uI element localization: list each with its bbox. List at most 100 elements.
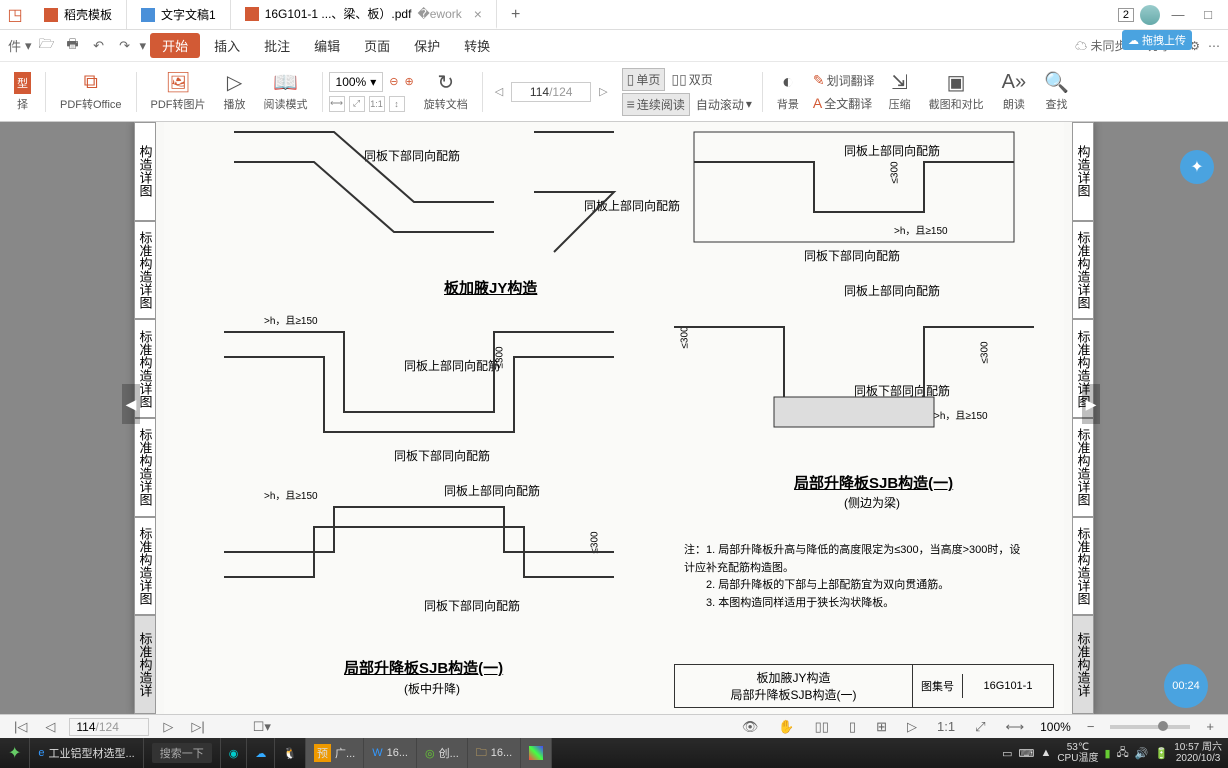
- status-page-input[interactable]: 114/124: [69, 718, 149, 736]
- last-page-button[interactable]: ▷|: [187, 719, 208, 735]
- tray-net-icon[interactable]: 🖧: [1117, 744, 1129, 763]
- document-viewport[interactable]: 构造详图 标准构造详图 标准构造详图 标准构造详图 标准构造详图 标准构造详 构…: [0, 122, 1228, 714]
- index-tab[interactable]: 标准构造详图: [134, 418, 156, 517]
- play-icon[interactable]: ▷: [903, 719, 921, 735]
- single-page-button[interactable]: ▯单页: [622, 68, 666, 91]
- page-nav-right[interactable]: ▶: [1082, 384, 1100, 424]
- index-tab[interactable]: 标准构造详图: [134, 517, 156, 616]
- double-page-button[interactable]: ▯▯双页: [667, 68, 716, 91]
- find-button[interactable]: 🔍查找: [1036, 70, 1077, 114]
- tab-add-button[interactable]: +: [497, 0, 534, 29]
- task-folder[interactable]: 🗀16...: [468, 738, 521, 768]
- index-tab[interactable]: 标准构造详图: [1072, 517, 1094, 616]
- next-page-button[interactable]: ▷: [159, 719, 177, 735]
- print-icon[interactable]: 🖶: [62, 35, 84, 57]
- index-tab[interactable]: 标准构造详图: [134, 221, 156, 320]
- bookmark-icon[interactable]: ☐▾: [249, 719, 275, 735]
- index-tab[interactable]: 标准构造详图: [1072, 418, 1094, 517]
- fit-page-icon[interactable]: ⤢: [349, 96, 365, 112]
- more-icon[interactable]: ⋯: [1208, 39, 1220, 53]
- first-page-button[interactable]: |◁: [10, 719, 31, 735]
- menu-annotate[interactable]: 批注: [254, 32, 300, 59]
- tray-power-icon[interactable]: 🔋: [1154, 747, 1168, 760]
- page-number-input[interactable]: 114/124: [511, 82, 591, 102]
- task-app3[interactable]: ◎创...: [417, 738, 468, 768]
- rotate-button[interactable]: ↻旋转文档: [416, 70, 476, 114]
- task-ie[interactable]: e工业铝型材选型...: [30, 738, 143, 768]
- task-wps[interactable]: W16...: [364, 738, 417, 768]
- prev-page-button[interactable]: ◁: [41, 719, 59, 735]
- tab-templates[interactable]: 稻壳模板: [30, 0, 127, 29]
- zoom-out-button[interactable]: −: [1083, 719, 1099, 734]
- view3-icon[interactable]: ⊞: [872, 719, 891, 735]
- fit-width-icon[interactable]: ⟷: [329, 96, 345, 112]
- tray-vol-icon[interactable]: 🔊: [1135, 747, 1149, 760]
- tab-pin-icon[interactable]: �ework: [417, 7, 461, 21]
- menu-convert[interactable]: 转换: [454, 32, 500, 59]
- full-translate-button[interactable]: A全文翻译: [809, 93, 879, 114]
- zoom-slider[interactable]: [1110, 725, 1190, 729]
- minimize-button[interactable]: —: [1166, 7, 1190, 22]
- zoom-in-button[interactable]: +: [1202, 719, 1218, 734]
- tab-close-icon[interactable]: ×: [474, 6, 482, 22]
- tray-battery-icon[interactable]: ▮: [1104, 747, 1110, 760]
- tab-pdf-active[interactable]: 16G101-1 ...、梁、板）.pdf �ework ×: [231, 0, 497, 29]
- upload-hint[interactable]: ☁ 拖拽上传: [1122, 30, 1192, 50]
- tray-icon[interactable]: ⌨: [1019, 747, 1035, 760]
- sync-status[interactable]: ☁ 未同步: [1075, 37, 1126, 54]
- index-tab[interactable]: 标准构造详: [1072, 615, 1094, 714]
- zoom-value[interactable]: 100%: [1040, 720, 1071, 734]
- menu-edit[interactable]: 编辑: [304, 32, 350, 59]
- background-button[interactable]: ◐背景: [769, 70, 807, 114]
- autoscroll-button[interactable]: 自动滚动▾: [692, 93, 756, 116]
- truncated-tool[interactable]: 型择: [6, 70, 39, 114]
- recording-timer[interactable]: 00:24: [1164, 664, 1208, 708]
- actual-size-icon[interactable]: 1:1: [369, 96, 385, 112]
- tray-icon[interactable]: ▭: [1002, 747, 1012, 760]
- hand-icon[interactable]: ✋: [774, 719, 798, 735]
- truncated-menu[interactable]: 件: [8, 36, 21, 55]
- notification-badge[interactable]: 2: [1118, 8, 1134, 22]
- index-tab[interactable]: 构造详图: [134, 122, 156, 221]
- read-aloud-button[interactable]: A»朗读: [994, 70, 1034, 114]
- zoom-out-icon[interactable]: ⊖: [389, 75, 398, 88]
- read-mode-button[interactable]: 📖阅读模式: [256, 70, 316, 114]
- page-next-icon[interactable]: ▷: [593, 85, 613, 98]
- user-avatar[interactable]: [1140, 5, 1160, 25]
- menu-protect[interactable]: 保护: [404, 32, 450, 59]
- maximize-button[interactable]: □: [1196, 7, 1220, 22]
- word-translate-button[interactable]: ✎划词翻译: [809, 70, 879, 91]
- menu-start[interactable]: 开始: [150, 33, 200, 58]
- pdf-to-image-button[interactable]: 🖼PDF转图片: [143, 70, 214, 114]
- zoom-in-icon[interactable]: ⊕: [404, 75, 413, 88]
- eye-icon[interactable]: 👁: [738, 719, 763, 735]
- clock[interactable]: 10:57 周六 2020/10/3: [1174, 742, 1222, 764]
- task-preview[interactable]: 预广...: [306, 738, 364, 768]
- fit1-icon[interactable]: 1:1: [933, 719, 959, 734]
- task-search[interactable]: 搜索一下: [144, 738, 221, 768]
- cpu-temp[interactable]: 53℃CPU温度: [1057, 742, 1098, 764]
- fit3-icon[interactable]: ⟷: [1001, 719, 1028, 735]
- index-tab[interactable]: 构造详图: [1072, 122, 1094, 221]
- open-icon[interactable]: 🗁: [36, 35, 58, 57]
- float-tools-button[interactable]: ✦: [1180, 150, 1214, 184]
- menu-insert[interactable]: 插入: [204, 32, 250, 59]
- tray-up-icon[interactable]: ▲: [1040, 747, 1051, 759]
- view2-icon[interactable]: ▯: [845, 719, 860, 735]
- menu-page[interactable]: 页面: [354, 32, 400, 59]
- index-tab[interactable]: 标准构造详图: [1072, 221, 1094, 320]
- task-app4[interactable]: [521, 738, 552, 768]
- view1-icon[interactable]: ▯▯: [811, 719, 833, 735]
- play-button[interactable]: ▷播放: [216, 70, 254, 114]
- task-app1[interactable]: ◉: [221, 738, 248, 768]
- fit2-icon[interactable]: ⤢: [971, 719, 989, 735]
- compare-button[interactable]: ▣截图和对比: [921, 70, 992, 114]
- continuous-button[interactable]: ≡连续阅读: [622, 93, 690, 116]
- start-button[interactable]: ✦: [0, 738, 30, 768]
- pdf-to-office-button[interactable]: ⧉PDF转Office: [52, 70, 130, 114]
- tab-word-doc[interactable]: 文字文稿1: [127, 0, 231, 29]
- task-app2[interactable]: ☁: [247, 738, 275, 768]
- zoom-combo[interactable]: 100% ▾: [329, 72, 384, 92]
- index-tab[interactable]: 标准构造详: [134, 615, 156, 714]
- undo-icon[interactable]: ↶: [88, 35, 110, 57]
